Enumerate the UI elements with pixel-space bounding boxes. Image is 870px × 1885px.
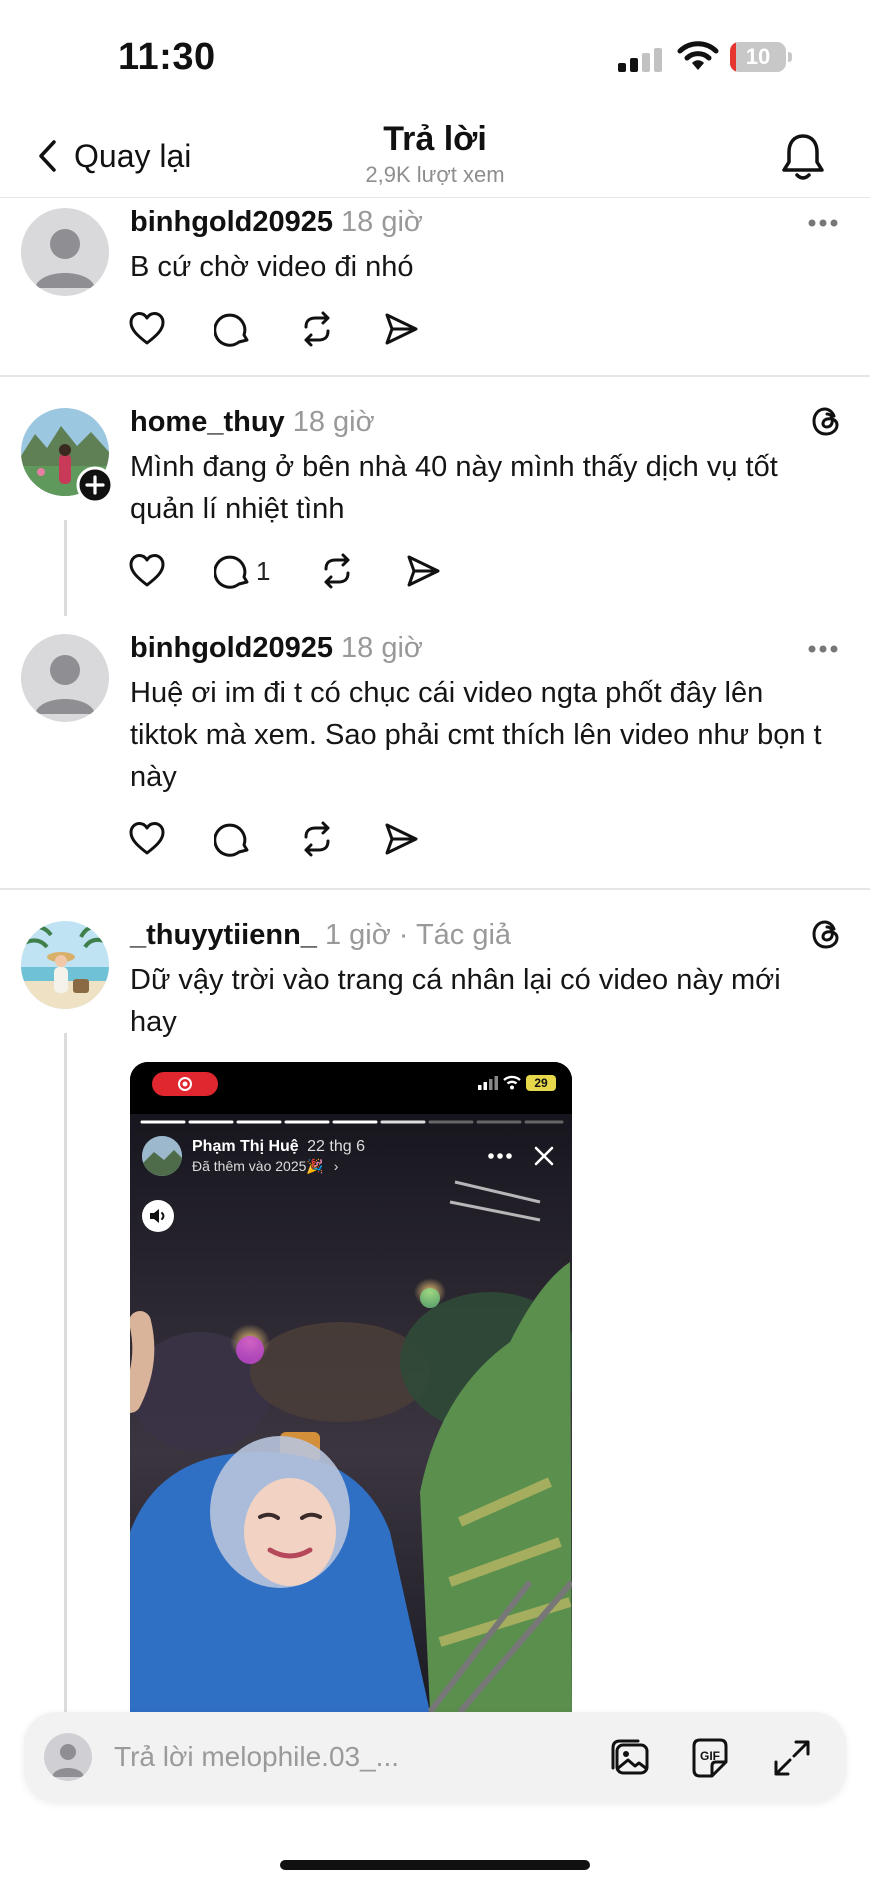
post-time: 1 giờ · Tác giả	[324, 919, 512, 951]
story-username: Phạm Thị Huệ	[192, 1138, 299, 1155]
repost-icon	[304, 311, 330, 347]
username-text[interactable]: binhgold20925	[130, 206, 333, 238]
heart-icon	[129, 312, 165, 345]
comment-icon	[214, 555, 249, 589]
comment-button[interactable]: 1	[214, 552, 270, 590]
avatar[interactable]	[21, 921, 109, 1009]
follow-plus-icon[interactable]	[76, 466, 114, 504]
cellular-signal-icon	[618, 48, 662, 72]
bell-icon[interactable]	[780, 130, 826, 182]
reply-post: home_thuy 18 giờ Mình đang ở bên nhà 40 n…	[0, 376, 870, 616]
story-avatar-photo	[142, 1136, 182, 1176]
thread-line	[64, 1033, 67, 1712]
share-button[interactable]	[382, 820, 420, 858]
default-user-icon	[52, 1744, 84, 1777]
post-username[interactable]: _thuyytiienn_ 1 giờ · Tác giả	[130, 919, 511, 952]
avatar[interactable]	[21, 208, 109, 296]
repost-icon	[304, 821, 330, 857]
reply-input[interactable]	[114, 1734, 514, 1780]
post-username[interactable]: home_thuy 18 giờ	[130, 406, 375, 439]
repost-button[interactable]	[318, 552, 356, 590]
heart-icon	[129, 822, 165, 855]
post-text: B cứ chờ video đi nhó	[130, 251, 414, 283]
threads-icon	[812, 407, 839, 436]
video-attachment[interactable]: 29 Phạm Thị Huệ 22 thg 6 Đã thêm vào 202…	[130, 1062, 572, 1712]
repost-button[interactable]	[298, 310, 336, 348]
reply-count: 1	[256, 555, 271, 586]
username-text[interactable]: home_thuy	[130, 406, 285, 438]
avatar	[44, 1733, 92, 1781]
avatar[interactable]	[21, 634, 109, 722]
cellular-signal-icon	[478, 1076, 498, 1090]
story-date: 22 thg 6	[307, 1138, 365, 1155]
like-button[interactable]	[128, 310, 166, 348]
story-avatar	[142, 1136, 182, 1176]
share-icon	[407, 555, 440, 587]
speaker-icon	[150, 1209, 165, 1223]
heart-icon	[129, 554, 165, 587]
video-battery: 29	[526, 1075, 556, 1091]
repost-icon	[324, 553, 350, 589]
share-button[interactable]	[382, 310, 420, 348]
username-text[interactable]: _thuyytiienn_	[130, 919, 317, 951]
post-time: 18 giờ	[341, 206, 423, 238]
page-title: Trả lời	[383, 120, 487, 158]
avatar-photo	[21, 921, 109, 1009]
comment-icon	[214, 823, 249, 857]
close-icon[interactable]	[534, 1146, 554, 1166]
gallery-icon[interactable]	[608, 1736, 652, 1780]
share-icon	[385, 823, 418, 855]
post-time: 18 giờ	[292, 406, 375, 438]
post-username[interactable]: binhgold20925 18 giờ	[130, 206, 423, 239]
like-button[interactable]	[128, 552, 166, 590]
home-indicator	[280, 1860, 590, 1870]
post-username[interactable]: binhgold20925 18 giờ	[130, 632, 423, 665]
story-sub-text: Đã thêm vào 2025🎉	[192, 1158, 324, 1174]
username-text[interactable]: binhgold20925	[130, 632, 333, 664]
threads-icon	[812, 920, 839, 949]
reply-post: binhgold20925 18 giờ B cứ chờ video đi nh…	[0, 198, 870, 376]
default-user-icon	[35, 655, 95, 714]
repost-button[interactable]	[298, 820, 336, 858]
svg-text:GIF: GIF	[700, 1749, 720, 1763]
story-sub: Đã thêm vào 2025🎉 ›	[192, 1158, 338, 1175]
comment-button[interactable]	[214, 820, 252, 858]
reply-bar: GIF	[24, 1712, 846, 1802]
post-time: 18 giờ	[341, 632, 423, 664]
battery-percent: 10	[745, 44, 771, 69]
expand-icon[interactable]	[770, 1736, 814, 1780]
status-time: 11:30	[118, 36, 216, 78]
wifi-icon	[503, 1075, 521, 1090]
thread-line	[64, 520, 67, 616]
share-icon	[385, 313, 418, 345]
more-icon[interactable]	[808, 218, 838, 228]
more-icon[interactable]	[488, 1152, 512, 1160]
post-text: Huệ ơi im đi t có chục cái video ngta ph…	[130, 677, 822, 793]
comment-icon	[214, 313, 249, 347]
comment-button[interactable]	[214, 310, 252, 348]
post-text: Mình đang ở bên nhà 40 này mình thấy dịc…	[130, 451, 778, 525]
gif-icon[interactable]: GIF	[688, 1736, 732, 1780]
sound-button[interactable]	[142, 1200, 174, 1232]
reply-post: binhgold20925 18 giờ Huệ ơi im đi t có ch…	[0, 616, 870, 888]
battery-icon: 10	[730, 42, 792, 72]
view-count: 2,9K lượt xem	[365, 162, 505, 187]
share-button[interactable]	[404, 552, 442, 590]
post-text: Dữ vậy trời vào trang cá nhân lại có vid…	[130, 964, 781, 1038]
wifi-icon	[677, 41, 719, 70]
like-button[interactable]	[128, 820, 166, 858]
recording-indicator	[152, 1072, 218, 1096]
more-icon[interactable]	[808, 644, 838, 654]
record-icon	[178, 1077, 192, 1091]
chevron-right-icon: ›	[333, 1158, 339, 1174]
default-user-icon	[35, 229, 95, 288]
status-bar: 11:30 10	[0, 0, 870, 110]
story-user: Phạm Thị Huệ 22 thg 6	[192, 1138, 365, 1156]
header: Quay lại Trả lời 2,9K lượt xem	[0, 110, 870, 198]
